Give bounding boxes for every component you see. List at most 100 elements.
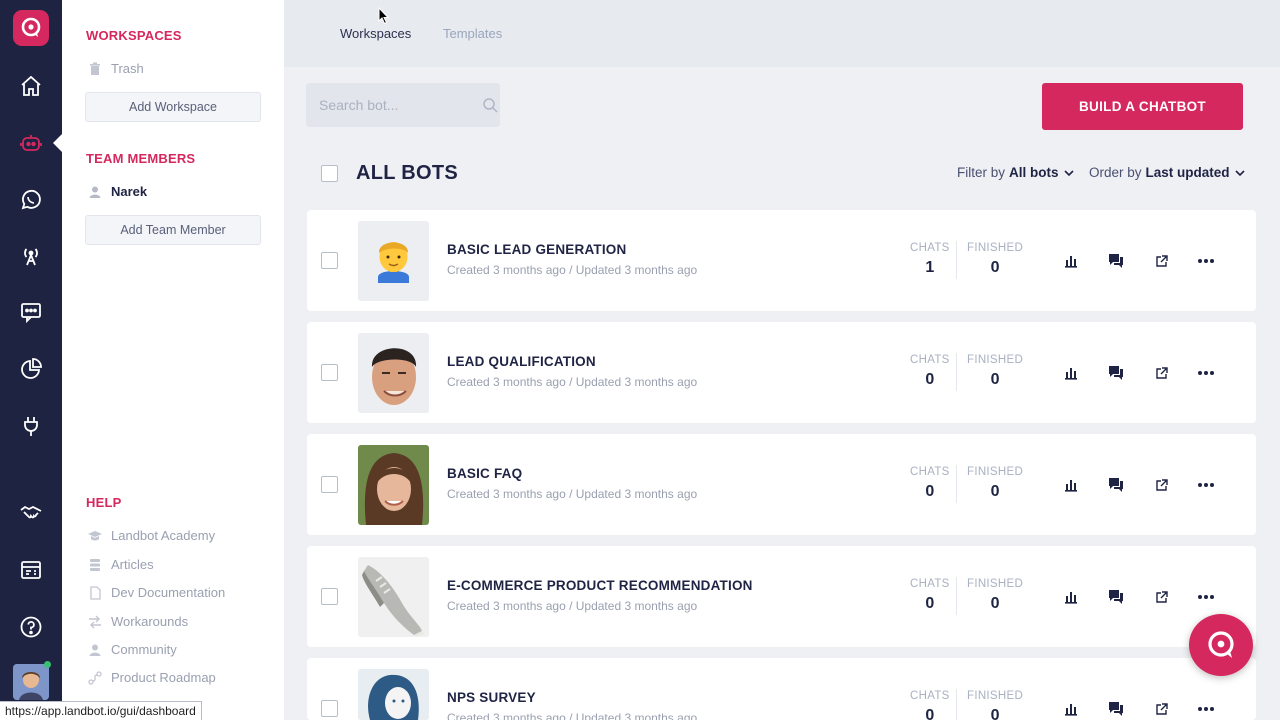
home-icon[interactable] — [0, 66, 62, 106]
billing-icon[interactable] — [0, 550, 62, 590]
plug-icon[interactable] — [0, 406, 62, 446]
emoji-man-avatar — [358, 221, 429, 301]
all-bots-title: ALL BOTS — [356, 162, 459, 184]
icon-rail — [0, 0, 62, 720]
bot-meta: Created 3 months ago / Updated 3 months … — [447, 487, 698, 501]
bot-row[interactable]: LEAD QUALIFICATION Created 3 months ago … — [307, 322, 1256, 423]
build-chatbot-button[interactable]: BUILD A CHATBOT — [1042, 83, 1243, 130]
more-options-icon[interactable] — [1197, 364, 1215, 382]
search-input[interactable] — [306, 83, 466, 127]
finished-label: FINISHED — [967, 578, 1024, 590]
filter-dropdown[interactable]: Filter by All bots — [957, 165, 1075, 180]
help-item-label: Product Roadmap — [111, 670, 216, 685]
help-item-community[interactable]: Community — [88, 642, 177, 657]
stat-divider — [956, 465, 957, 503]
active-indicator — [53, 134, 62, 152]
help-item-product-roadmap[interactable]: Product Roadmap — [88, 670, 216, 685]
chats-count: 0 — [925, 707, 935, 720]
help-title: HELP — [86, 495, 122, 510]
bot-checkbox[interactable] — [321, 700, 338, 717]
whatsapp-icon[interactable] — [0, 180, 62, 220]
broadcast-icon[interactable] — [0, 236, 62, 276]
bot-checkbox[interactable] — [321, 252, 338, 269]
finished-label: FINISHED — [967, 242, 1024, 254]
analytics-icon[interactable] — [1062, 364, 1080, 382]
bot-name[interactable]: BASIC LEAD GENERATION — [447, 242, 626, 257]
bot-checkbox[interactable] — [321, 476, 338, 493]
help-item-articles[interactable]: Articles — [88, 557, 154, 572]
conversations-icon[interactable] — [1107, 252, 1125, 270]
chats-stat: CHATS 1 — [910, 242, 950, 277]
chevron-down-icon — [1234, 169, 1245, 176]
analytics-icon[interactable] — [1062, 252, 1080, 270]
chats-stat: CHATS 0 — [910, 690, 950, 720]
order-label: Order by — [1089, 165, 1142, 180]
trash-label: Trash — [111, 61, 144, 76]
select-all-checkbox[interactable] — [321, 165, 338, 182]
chat-icon[interactable] — [0, 292, 62, 332]
help-item-dev-documentation[interactable]: Dev Documentation — [88, 585, 225, 600]
help-item-workarounds[interactable]: Workarounds — [88, 614, 188, 629]
bot-name[interactable]: LEAD QUALIFICATION — [447, 354, 596, 369]
chats-count: 0 — [925, 483, 935, 500]
analytics-icon[interactable] — [1062, 476, 1080, 494]
landbot-logo-icon[interactable] — [13, 10, 49, 46]
online-status-dot — [44, 661, 51, 668]
help-item-landbot-academy[interactable]: Landbot Academy — [88, 528, 215, 543]
stat-divider — [956, 689, 957, 720]
analytics-icon[interactable] — [1062, 588, 1080, 606]
pie-chart-icon[interactable] — [0, 349, 62, 389]
bot-row[interactable]: BASIC FAQ Created 3 months ago / Updated… — [307, 434, 1256, 535]
external-link-icon[interactable] — [1152, 700, 1170, 718]
chats-label: CHATS — [910, 466, 950, 478]
add-workspace-button[interactable]: Add Workspace — [85, 92, 261, 122]
conversations-icon[interactable] — [1107, 700, 1125, 718]
more-options-icon[interactable] — [1197, 476, 1215, 494]
conversations-icon[interactable] — [1107, 364, 1125, 382]
trash-item[interactable]: Trash — [88, 61, 144, 76]
community-icon — [89, 644, 101, 656]
analytics-icon[interactable] — [1062, 700, 1080, 718]
bot-row[interactable]: BASIC LEAD GENERATION Created 3 months a… — [307, 210, 1256, 311]
chat-widget-button[interactable] — [1189, 614, 1253, 676]
team-members-title: TEAM MEMBERS — [86, 151, 196, 166]
tab-templates[interactable]: Templates — [443, 26, 502, 41]
woman-photo-avatar — [358, 445, 429, 525]
handshake-icon[interactable] — [0, 492, 62, 532]
bot-name[interactable]: BASIC FAQ — [447, 466, 522, 481]
more-options-icon[interactable] — [1197, 588, 1215, 606]
finished-label: FINISHED — [967, 354, 1024, 366]
chats-label: CHATS — [910, 242, 950, 254]
user-icon — [89, 186, 101, 198]
finished-label: FINISHED — [967, 466, 1024, 478]
help-item-label: Dev Documentation — [111, 585, 226, 600]
external-link-icon[interactable] — [1152, 252, 1170, 270]
bot-meta: Created 3 months ago / Updated 3 months … — [447, 599, 698, 613]
bot-name[interactable]: E-COMMERCE PRODUCT RECOMMENDATION — [447, 578, 753, 593]
bot-name[interactable]: NPS SURVEY — [447, 690, 536, 705]
bot-checkbox[interactable] — [321, 588, 338, 605]
tab-workspaces[interactable]: Workspaces — [340, 26, 411, 41]
bot-row[interactable]: NPS SURVEY Created 3 months ago / Update… — [307, 658, 1256, 720]
team-member-item[interactable]: Narek — [88, 184, 147, 199]
order-dropdown[interactable]: Order by Last updated — [1089, 165, 1246, 180]
conversations-icon[interactable] — [1107, 588, 1125, 606]
help-item-label: Community — [111, 642, 177, 657]
mouse-cursor-icon — [378, 7, 390, 25]
search-box — [306, 83, 500, 127]
help-item-label: Articles — [111, 557, 154, 572]
external-link-icon[interactable] — [1152, 476, 1170, 494]
workarounds-icon — [89, 615, 101, 628]
external-link-icon[interactable] — [1152, 588, 1170, 606]
user-avatar[interactable] — [13, 664, 49, 700]
search-icon[interactable] — [482, 97, 498, 113]
filter-value: All bots — [1009, 165, 1059, 180]
more-options-icon[interactable] — [1197, 252, 1215, 270]
bot-checkbox[interactable] — [321, 364, 338, 381]
more-options-icon[interactable] — [1197, 700, 1215, 718]
external-link-icon[interactable] — [1152, 364, 1170, 382]
conversations-icon[interactable] — [1107, 476, 1125, 494]
add-team-member-button[interactable]: Add Team Member — [85, 215, 261, 245]
help-icon[interactable] — [0, 607, 62, 647]
bot-row[interactable]: E-COMMERCE PRODUCT RECOMMENDATION Create… — [307, 546, 1256, 647]
